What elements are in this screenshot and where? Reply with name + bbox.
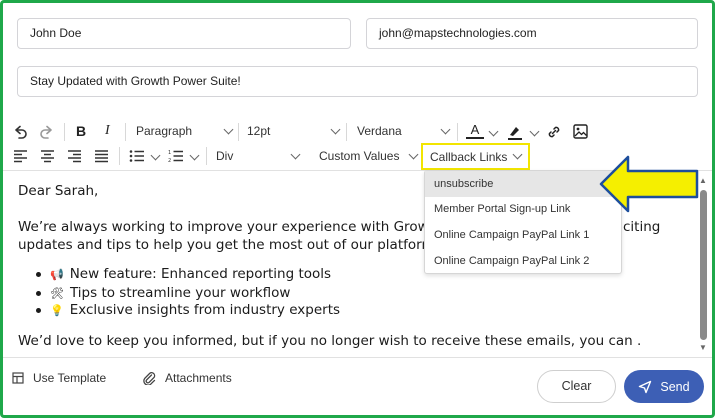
align-center-icon[interactable]: [40, 149, 56, 163]
chevron-down-icon: [290, 149, 301, 159]
redo-icon[interactable]: [39, 124, 55, 140]
svg-text:1: 1: [168, 150, 171, 156]
use-template-label: Use Template: [33, 371, 107, 385]
font-family-select-label: Verdana: [357, 124, 402, 138]
clear-button-label: Clear: [561, 379, 592, 393]
bullet-dot: [36, 271, 41, 277]
block-format-select[interactable]: Div: [216, 149, 301, 163]
paragraph-1-line-1-end: citing: [623, 219, 661, 235]
tools-icon: 🛠: [50, 286, 64, 300]
lightbulb-icon: 💡: [50, 303, 64, 317]
paragraph-select-label: Paragraph: [136, 124, 193, 138]
name-field[interactable]: John Doe: [17, 18, 351, 49]
chevron-down-icon: [512, 149, 523, 160]
chevron-down-icon: [440, 124, 451, 134]
greeting-text: Dear Sarah,: [18, 183, 99, 199]
paragraph-select[interactable]: Paragraph: [136, 124, 234, 138]
annotation-arrow-icon: [599, 155, 699, 213]
numbered-list-icon[interactable]: 1 2: [168, 149, 184, 163]
align-justify-icon[interactable]: [94, 149, 110, 163]
align-left-icon[interactable]: [13, 149, 29, 163]
scroll-up-arrow[interactable]: ▲: [699, 176, 707, 186]
highlight-color-icon[interactable]: [506, 123, 524, 141]
send-button[interactable]: Send: [624, 370, 704, 403]
bullet-dot: [36, 290, 41, 296]
chevron-down-icon: [223, 124, 234, 134]
list-item-text: Tips to streamline your workflow: [69, 285, 291, 301]
callback-links-menu: unsubscribe Member Portal Sign-up Link O…: [424, 170, 622, 274]
link-icon[interactable]: [546, 124, 562, 140]
megaphone-icon: 📢: [50, 267, 64, 281]
footer-divider: [3, 357, 712, 358]
toolbar-divider: [119, 147, 120, 165]
email-field-value: john@mapstechnologies.com: [379, 26, 537, 40]
paragraph-1-line-1: We’re always working to improve your exp…: [18, 219, 443, 235]
scroll-down-arrow[interactable]: ▼: [699, 343, 707, 353]
custom-values-select[interactable]: Custom Values: [319, 149, 419, 163]
attachments-button[interactable]: Attachments: [142, 371, 232, 385]
chevron-down-icon: [408, 149, 419, 159]
menu-item-unsubscribe[interactable]: unsubscribe: [425, 171, 621, 197]
toolbar-divider: [64, 123, 65, 141]
subject-field[interactable]: Stay Updated with Growth Power Suite!: [17, 66, 698, 97]
align-right-icon[interactable]: [67, 149, 83, 163]
attachments-label: Attachments: [165, 371, 232, 385]
bullet-list-icon[interactable]: [129, 149, 145, 163]
toolbar-divider: [346, 123, 347, 141]
svg-text:2: 2: [168, 158, 171, 163]
clear-button[interactable]: Clear: [537, 370, 616, 403]
list-item-text: New feature: Enhanced reporting tools: [69, 266, 332, 282]
send-icon: [639, 380, 652, 393]
bold-icon[interactable]: B: [76, 123, 86, 139]
toolbar-divider: [457, 123, 458, 141]
text-color-icon[interactable]: A: [466, 122, 484, 139]
list-item: 🛠 Tips to streamline your workflow: [36, 285, 290, 301]
send-button-label: Send: [660, 379, 690, 394]
email-field[interactable]: john@mapstechnologies.com: [366, 18, 698, 49]
undo-icon[interactable]: [12, 124, 28, 140]
template-icon: [12, 372, 24, 384]
list-item-text: Exclusive insights from industry experts: [69, 302, 341, 318]
toolbar-divider: [125, 123, 126, 141]
toolbar-divider: [238, 123, 239, 141]
paperclip-icon: [143, 372, 156, 385]
menu-item-member-portal-signup[interactable]: Member Portal Sign-up Link: [425, 196, 621, 222]
list-item: 💡 Exclusive insights from industry exper…: [36, 302, 340, 318]
block-format-select-label: Div: [216, 149, 234, 163]
callback-links-select-label: Callback Links: [430, 149, 508, 164]
callback-links-select[interactable]: Callback Links: [421, 143, 530, 170]
use-template-button[interactable]: Use Template: [12, 371, 106, 385]
subject-field-value: Stay Updated with Growth Power Suite!: [30, 74, 241, 88]
name-field-value: John Doe: [30, 26, 82, 40]
custom-values-select-label: Custom Values: [319, 149, 400, 163]
list-item: 📢 New feature: Enhanced reporting tools: [36, 266, 331, 282]
paragraph-2: We’d love to keep you informed, but if y…: [18, 333, 642, 349]
toolbar-divider: [206, 147, 207, 165]
italic-icon[interactable]: I: [105, 123, 110, 139]
scrollbar-thumb[interactable]: [700, 190, 707, 340]
font-size-select-label: 12pt: [247, 124, 271, 138]
chevron-down-icon: [330, 124, 341, 134]
paragraph-1-line-2: updates and tips to help you get the mos…: [18, 237, 439, 253]
font-family-select[interactable]: Verdana: [357, 124, 451, 138]
image-icon[interactable]: [572, 123, 589, 140]
menu-item-paypal-link-1[interactable]: Online Campaign PayPal Link 1: [425, 222, 621, 248]
menu-item-paypal-link-2[interactable]: Online Campaign PayPal Link 2: [425, 248, 621, 274]
bullet-dot: [36, 307, 41, 313]
font-size-select[interactable]: 12pt: [247, 124, 341, 138]
